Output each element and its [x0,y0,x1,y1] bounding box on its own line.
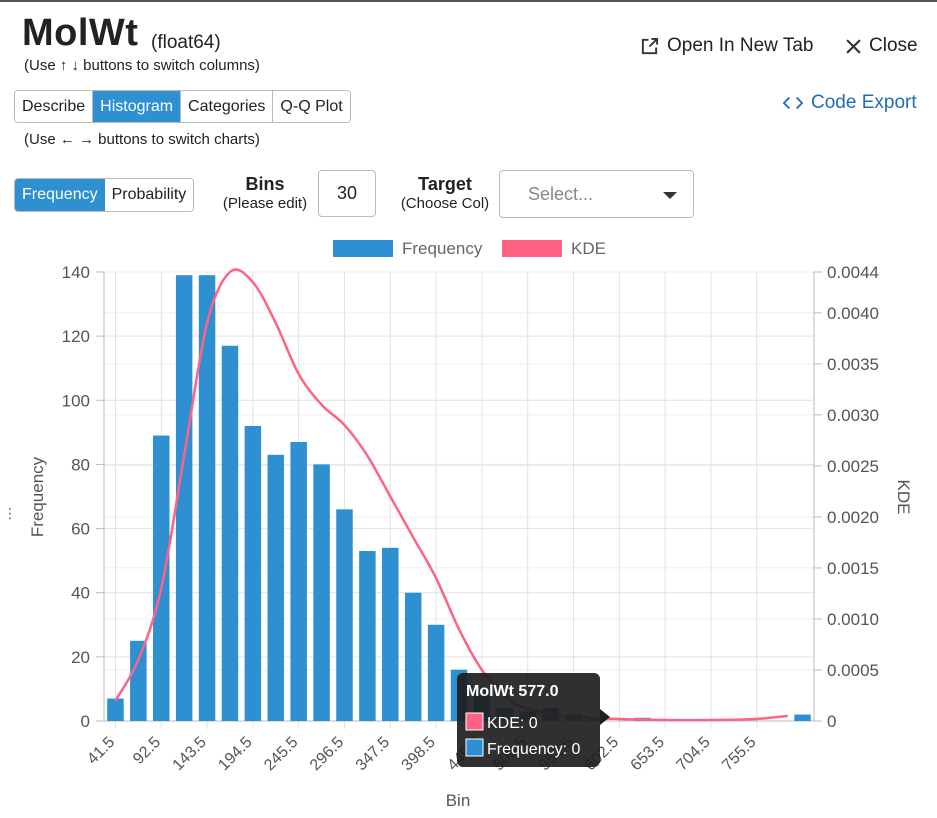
histogram-bar [290,441,307,721]
chevron-down-icon [663,192,677,199]
y2-tick-label: 0.0005 [827,661,879,680]
legend-frequency-swatch [333,240,393,257]
code-export-button[interactable]: Code Export [783,92,917,114]
tooltip-frequency-swatch [465,738,484,757]
y-tick-label: 0 [81,712,90,731]
probability-mode-button[interactable]: Probability [104,179,194,211]
histogram-bar [359,551,376,721]
close-label: Close [869,35,918,56]
target-label-group: Target (Choose Col) [395,174,495,212]
histogram-bar [221,345,239,721]
y2-tick-label: 0.0020 [827,508,879,527]
x-tick-label: 194.5 [215,734,255,774]
x-tick-label: 296.5 [307,734,347,774]
x-tick-label: 92.5 [130,734,164,768]
histogram-bar [153,435,170,721]
open-new-tab-button[interactable]: Open In New Tab [640,35,813,57]
y-tick-label: 140 [62,263,90,282]
code-icon [783,96,803,110]
target-column-select[interactable]: Select... [499,170,694,218]
histogram-bar [336,509,353,721]
histogram-bar [198,275,216,721]
bins-label: Bins [245,174,285,194]
y-tick-label: 100 [62,391,90,410]
y2-tick-label: 0.0010 [827,610,879,629]
x-tick-label: 347.5 [353,734,393,774]
column-switch-hint: (Use ↑ ↓ buttons to switch columns) [24,57,260,74]
y2-tick-label: 0.0035 [827,355,879,374]
tooltip-kde-value: KDE: 0 [487,715,538,732]
y-tick-label: 60 [71,520,90,539]
x-axis-title: Bin [446,791,471,810]
histogram-bar [107,698,124,721]
y-tick-label: 20 [71,648,90,667]
histogram-bar [427,624,445,721]
target-sublabel: (Choose Col) [400,195,490,212]
tooltip-kde-swatch [465,712,484,731]
legend-kde-label: KDE [571,239,606,258]
tab-describe[interactable]: Describe [15,91,94,122]
chart-switch-hint: (Use ← → buttons to switch charts) [24,131,260,148]
x-tick-label: 704.5 [673,734,713,774]
y2-tick-label: 0 [827,712,836,731]
y2-tick-label: 0.0025 [827,457,879,476]
y-axis-title: Frequency [28,456,47,537]
page-title: MolWt [22,12,139,54]
legend-frequency-label: Frequency [402,239,483,258]
y2-tick-label: 0.0044 [827,263,879,282]
legend-kde-swatch [502,240,562,257]
histogram-chart: 0 20 40 60 80 100 120 140 0 0.0005 0.0010 0.0015 0.0… [28,239,913,810]
histogram-bar [313,464,330,721]
x-tick-label: 755.5 [719,734,759,774]
frequency-mode-button[interactable]: Frequency [15,179,105,211]
y2-tick-label: 0.0040 [827,304,879,323]
x-tick-label: 245.5 [261,734,301,774]
target-label: Target [418,174,472,194]
bins-sublabel: (Please edit) [222,195,308,212]
y2-tick-label: 0.0030 [827,406,879,425]
window-top-border [0,0,937,2]
close-button[interactable]: Close [846,35,918,57]
y-tick-label: 80 [71,455,90,474]
close-icon [846,38,861,54]
kde-line [114,268,788,722]
bins-label-group: Bins (Please edit) [216,174,314,212]
histogram-bar [404,592,422,721]
chart-type-tabs: Describe Histogram Categories Q-Q Plot [14,90,351,123]
tooltip-caret [600,709,610,725]
open-new-tab-label: Open In New Tab [667,35,814,56]
bins-input[interactable]: 30 [318,170,376,217]
target-select-placeholder: Select... [528,184,594,204]
x-tick-label: 653.5 [628,734,668,774]
x-tick-label: 398.5 [399,734,439,774]
x-tick-label: 41.5 [84,734,118,768]
tab-qq-plot[interactable]: Q-Q Plot [273,91,350,122]
code-export-label: Code Export [811,92,917,113]
column-dtype: (float64) [151,32,221,53]
external-link-icon [641,37,659,54]
histogram-bar [382,547,399,721]
tab-histogram[interactable]: Histogram [93,91,182,122]
y2-axis-title: KDE [894,480,913,515]
histogram-mode-toggle: Frequency Probability [14,178,195,212]
tab-categories[interactable]: Categories [181,91,274,122]
histogram-bar [130,640,147,721]
histogram-bar [267,454,285,721]
histogram-bar [794,714,811,721]
y-tick-label: 120 [62,327,90,346]
y2-tick-label: 0.0015 [827,559,879,578]
y-tick-label: 40 [71,584,90,603]
x-tick-label: 143.5 [170,734,210,774]
tooltip-title: MolWt 577.0 [466,683,559,700]
histogram-bar [244,425,262,721]
tooltip-frequency-value: Frequency: 0 [487,741,580,758]
